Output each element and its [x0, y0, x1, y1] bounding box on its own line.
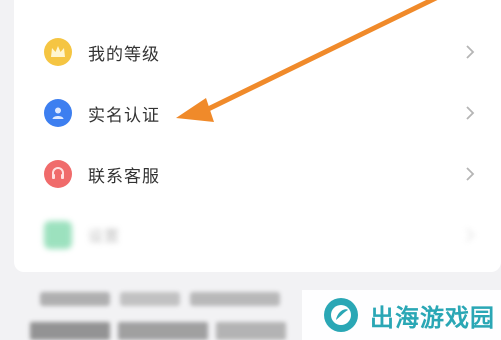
watermark: 出海游戏园 [302, 290, 501, 340]
menu-item-label: 设置 [88, 226, 121, 245]
menu-item-label: 我的等级 [88, 44, 160, 65]
chevron-right-icon [466, 45, 475, 59]
menu-item-contact-support[interactable]: 联系客服 [14, 144, 501, 204]
menu-item-settings[interactable]: 设置 [14, 205, 501, 265]
watermark-logo-icon [324, 298, 358, 332]
menu-item-label: 实名认证 [88, 105, 160, 126]
chevron-right-icon [466, 167, 475, 181]
menu-item-my-level[interactable]: 我的等级 [14, 22, 501, 82]
crown-icon [44, 38, 72, 66]
customer-service-icon [44, 160, 72, 188]
blurred-section-header [40, 292, 290, 308]
chevron-right-icon [466, 228, 475, 242]
watermark-text: 出海游戏园 [370, 303, 495, 332]
menu-item-label: 联系客服 [88, 166, 160, 187]
user-id-icon [44, 99, 72, 127]
chevron-right-icon [466, 106, 475, 120]
settings-icon [44, 221, 72, 249]
blurred-thumbnails [30, 322, 300, 340]
menu-item-real-name-verification[interactable]: 实名认证 [14, 83, 501, 143]
